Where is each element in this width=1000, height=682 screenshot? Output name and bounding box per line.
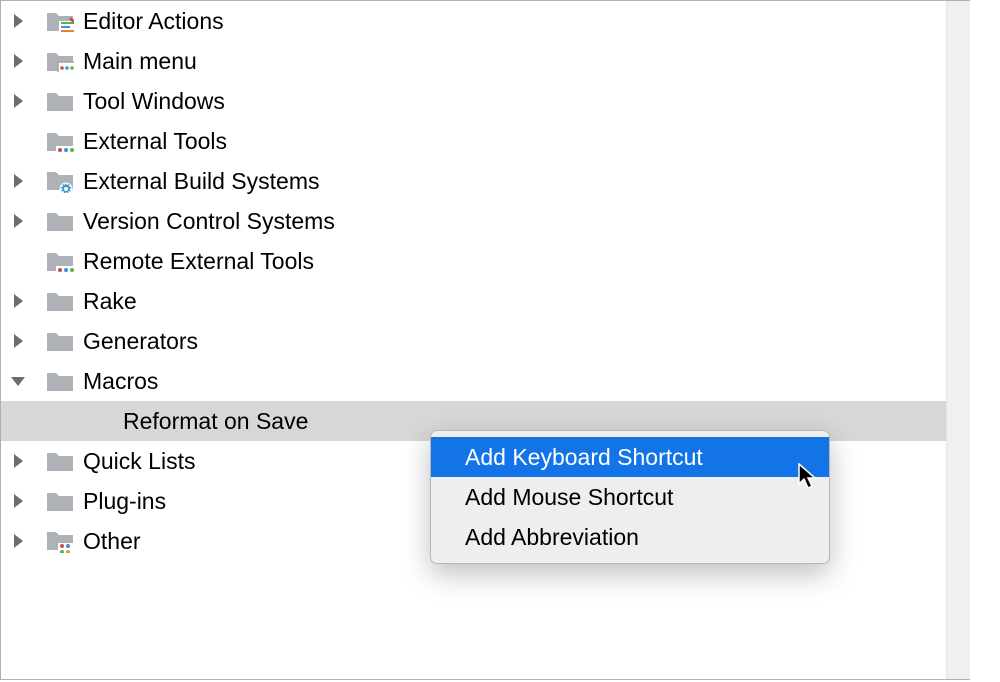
- menu-item-add-mouse-shortcut[interactable]: Add Mouse Shortcut: [431, 477, 829, 517]
- tree-item-rake[interactable]: Rake: [1, 281, 969, 321]
- menu-item-label: Add Abbreviation: [465, 524, 639, 551]
- chevron-right-icon: [9, 174, 27, 188]
- folder-icon: [45, 330, 75, 352]
- chevron-right-icon: [9, 494, 27, 508]
- folder-dots-icon: [45, 130, 75, 152]
- tree-item-version-control-systems[interactable]: Version Control Systems: [1, 201, 969, 241]
- chevron-right-icon: [9, 294, 27, 308]
- chevron-right-icon: [9, 54, 27, 68]
- tree-item-editor-actions[interactable]: Editor Actions: [1, 1, 969, 41]
- tree-item-macros[interactable]: Macros: [1, 361, 969, 401]
- chevron-right-icon: [9, 454, 27, 468]
- folder-icon: [45, 290, 75, 312]
- folder-icon: [45, 90, 75, 112]
- tree-item-external-build-systems[interactable]: External Build Systems: [1, 161, 969, 201]
- tree-item-label: External Tools: [83, 128, 227, 155]
- folder-icon: [45, 370, 75, 392]
- tree-item-label: Tool Windows: [83, 88, 225, 115]
- folder-icon: [45, 450, 75, 472]
- tree-item-generators[interactable]: Generators: [1, 321, 969, 361]
- folder-icon: [45, 210, 75, 232]
- menu-item-label: Add Keyboard Shortcut: [465, 444, 703, 471]
- tree-item-tool-windows[interactable]: Tool Windows: [1, 81, 969, 121]
- tree-item-label: External Build Systems: [83, 168, 319, 195]
- tree-item-label: Main menu: [83, 48, 197, 75]
- chevron-right-icon: [9, 214, 27, 228]
- menu-item-add-keyboard-shortcut[interactable]: Add Keyboard Shortcut: [431, 437, 829, 477]
- chevron-right-icon: [9, 94, 27, 108]
- chevron-right-icon: [9, 14, 27, 28]
- tree-item-label: Macros: [83, 368, 158, 395]
- tree-item-external-tools[interactable]: External Tools: [1, 121, 969, 161]
- folder-menu-icon: [45, 50, 75, 72]
- tree-item-label: Other: [83, 528, 141, 555]
- menu-item-label: Add Mouse Shortcut: [465, 484, 673, 511]
- tree-item-remote-external-tools[interactable]: Remote External Tools: [1, 241, 969, 281]
- folder-dots-icon: [45, 250, 75, 272]
- tree-item-label: Generators: [83, 328, 198, 355]
- tree-item-label: Version Control Systems: [83, 208, 335, 235]
- tree-item-main-menu[interactable]: Main menu: [1, 41, 969, 81]
- tree-item-label: Rake: [83, 288, 137, 315]
- menu-item-add-abbreviation[interactable]: Add Abbreviation: [431, 517, 829, 557]
- chevron-right-icon: [9, 334, 27, 348]
- context-menu: Add Keyboard Shortcut Add Mouse Shortcut…: [430, 430, 830, 564]
- folder-icon: [45, 490, 75, 512]
- folder-other-icon: [45, 529, 75, 553]
- folder-editor-icon: [45, 10, 75, 32]
- chevron-right-icon: [9, 534, 27, 548]
- tree-item-label: Editor Actions: [83, 8, 224, 35]
- tree-item-label: Reformat on Save: [123, 408, 308, 435]
- folder-gear-icon: [45, 169, 75, 193]
- tree-item-label: Remote External Tools: [83, 248, 314, 275]
- chevron-down-icon: [9, 375, 27, 387]
- tree-item-label: Quick Lists: [83, 448, 195, 475]
- tree-item-label: Plug-ins: [83, 488, 166, 515]
